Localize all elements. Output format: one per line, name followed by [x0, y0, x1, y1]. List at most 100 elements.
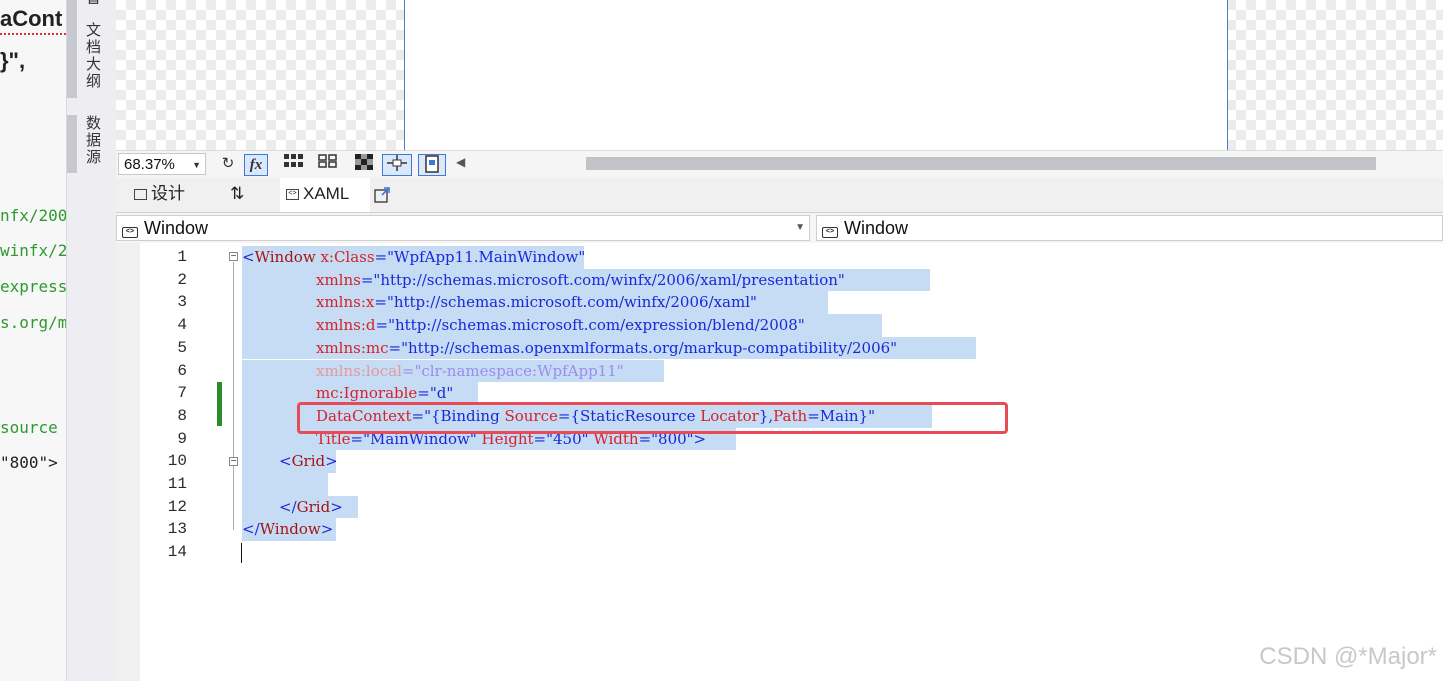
refresh-icon[interactable]: ↻ — [216, 154, 240, 176]
code-token: xmlns — [316, 270, 361, 289]
code-line[interactable]: xmlns:mc="http://schemas.openxmlformats.… — [316, 337, 897, 359]
editor-margin — [116, 243, 140, 681]
side-tab-indicator — [67, 115, 77, 173]
code-token: = — [401, 361, 415, 380]
code-line[interactable]: xmlns="http://schemas.microsoft.com/winf… — [316, 269, 845, 291]
code-token: Grid — [296, 497, 331, 516]
line-number: 13 — [167, 520, 187, 539]
design-surface[interactable] — [116, 0, 1443, 150]
line-number: 10 — [167, 452, 187, 471]
grid-icon[interactable] — [282, 154, 306, 176]
type-selector-value: Window — [144, 218, 209, 238]
side-tab-fragment[interactable]: 督 — [81, 0, 103, 4]
code-token: = — [375, 316, 389, 335]
member-selector-value: Window — [844, 218, 909, 238]
member-selector-dropdown[interactable]: <> Window — [816, 215, 1443, 241]
left-code-fragment: s.org/m — [0, 313, 66, 332]
element-icon: <> — [122, 227, 138, 238]
side-tab-data-sources[interactable]: 数据源 — [81, 115, 103, 166]
line-number: 2 — [177, 270, 187, 289]
device-svg — [425, 155, 439, 173]
xaml-icon: <> — [286, 189, 299, 201]
xaml-code-editor[interactable]: 1 2 3 4 5 6 7 8 9 10 11 12 13 14 <Window x:Class="Wpf… — [116, 243, 1443, 681]
code-token: "http://schemas.microsoft.com/winfx/2006… — [373, 270, 845, 289]
fx-icon: fx — [249, 157, 263, 173]
left-editor-fragment: aCont }", nfx/200 winfx/2 express s.org/… — [0, 0, 66, 681]
code-line[interactable]: <Grid> — [279, 450, 338, 472]
code-token: = — [374, 248, 388, 266]
annotation-highlight-box — [297, 402, 1008, 434]
code-line[interactable]: </Window> — [242, 518, 333, 540]
code-token: mc:Ignorable — [316, 384, 418, 403]
type-selector-dropdown[interactable]: <> Window ▼ — [116, 215, 810, 241]
swap-panes-icon: ⇅ — [230, 184, 245, 203]
element-icon: <> — [822, 227, 838, 238]
horizontal-scrollbar-thumb[interactable] — [586, 157, 1376, 170]
design-icon — [134, 189, 147, 201]
code-token: > — [320, 520, 334, 539]
selection-highlight — [242, 473, 328, 496]
code-line[interactable]: </Grid> — [279, 496, 343, 518]
code-token: "http://schemas.microsoft.com/winfx/2006… — [386, 293, 757, 312]
text-caret — [241, 543, 242, 563]
tab-xaml[interactable]: <> XAML — [280, 178, 370, 212]
view-tabs: 设计 ⇅ <> XAML — [116, 178, 1443, 212]
line-number: 4 — [177, 316, 187, 335]
left-code-fragment: aCont — [0, 6, 63, 31]
side-tab-strip: 督 文档大纲 数据源 — [66, 0, 118, 681]
code-token: x:Class — [315, 248, 375, 266]
snap-to-lines-icon[interactable] — [382, 154, 412, 176]
line-number: 9 — [177, 429, 187, 448]
zoom-dropdown[interactable]: 68.37% ▼ — [118, 153, 206, 175]
fold-toggle-grid[interactable]: − — [229, 457, 238, 467]
left-code-fragment: express — [0, 277, 66, 296]
code-token: > — [325, 452, 338, 471]
code-token: > — [330, 497, 343, 516]
left-code-fragment: source — [0, 418, 58, 437]
snaplines-svg — [387, 155, 407, 171]
fold-toggle-window[interactable]: − — [229, 252, 238, 262]
code-token: "d" — [429, 384, 454, 403]
code-line[interactable]: xmlns:x="http://schemas.microsoft.com/wi… — [316, 291, 757, 313]
left-code-fragment: nfx/200 — [0, 206, 66, 225]
code-line[interactable]: xmlns:local="clr-namespace:WpfApp11" — [316, 360, 624, 382]
side-tab-document-outline[interactable]: 文档大纲 — [81, 22, 103, 90]
window-preview[interactable] — [404, 0, 1228, 150]
line-number: 6 — [177, 361, 187, 380]
grid-svg — [284, 154, 303, 167]
popout-button[interactable] — [374, 178, 390, 212]
effects-toggle-button[interactable]: fx — [244, 154, 268, 176]
code-token: = — [360, 270, 374, 289]
line-number: 8 — [177, 406, 187, 425]
code-token: xmlns:local — [316, 361, 402, 380]
checkerboard-icon[interactable] — [352, 154, 376, 176]
device-preview-icon[interactable] — [418, 154, 446, 176]
code-token: "WpfApp11.MainWindow" — [387, 248, 586, 266]
left-code-fragment: winfx/2 — [0, 241, 66, 260]
line-number: 7 — [177, 384, 187, 403]
swap-panes-button[interactable]: ⇅ — [230, 178, 244, 212]
tab-design-label: 设计 — [151, 184, 185, 203]
navigation-bar: <> Window ▼ <> Window — [116, 212, 1443, 244]
fold-guide — [233, 262, 234, 530]
designer-toolbar: 68.37% ▼ ↻ fx ◀ — [116, 150, 1443, 179]
code-line[interactable]: xmlns:d="http://schemas.microsoft.com/ex… — [316, 314, 805, 336]
left-code-fragment: "800"> — [0, 453, 58, 472]
tab-design[interactable]: 设计 — [134, 178, 185, 212]
scroll-left-icon[interactable]: ◀ — [456, 155, 465, 169]
tab-xaml-label: XAML — [303, 184, 350, 203]
line-number: 11 — [167, 475, 187, 493]
side-tab-indicator — [67, 0, 77, 98]
code-token: = — [417, 384, 430, 403]
code-line[interactable]: <Window x:Class="WpfApp11.MainWindow" — [242, 246, 585, 268]
code-token: </ — [279, 497, 297, 516]
code-token: "http://schemas.openxmlformats.org/marku… — [401, 338, 898, 357]
change-marker — [217, 382, 222, 426]
code-token: xmlns:mc — [316, 338, 389, 357]
snap-grid-icon[interactable] — [316, 154, 340, 176]
code-token: xmlns:x — [316, 293, 375, 312]
line-number: 14 — [167, 543, 187, 562]
checker-svg — [355, 154, 373, 170]
code-line[interactable]: mc:Ignorable="d" — [316, 382, 453, 404]
code-token: </ — [242, 520, 260, 539]
